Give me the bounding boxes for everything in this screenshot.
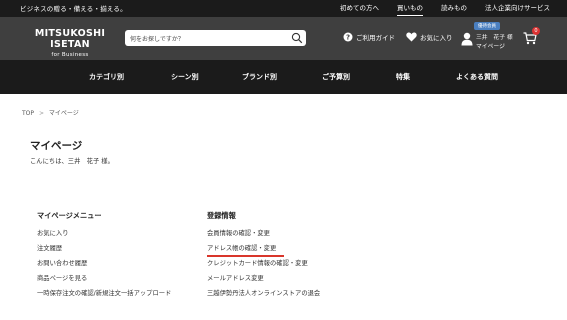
logo-sub-text: for Business	[51, 52, 89, 58]
top-link-reading[interactable]: 読みもの	[432, 0, 476, 17]
nav-item-brand[interactable]: ブランド別	[242, 72, 277, 82]
heart-icon	[406, 32, 417, 42]
top-link-corporate-services[interactable]: 法人企業向けサービス	[476, 0, 559, 17]
member-mypage[interactable]: 優待会員 三井 花子 様 マイページ	[460, 22, 515, 54]
breadcrumb-current: マイページ	[48, 110, 79, 117]
top-link-first-time[interactable]: 初めての方へ	[331, 0, 388, 17]
nav-item-budget[interactable]: ご予算別	[322, 72, 350, 82]
header: MITSUKOSHI ISETAN for Business 何をお探しですか？…	[0, 17, 567, 60]
favorites-link[interactable]: お気に入り	[406, 32, 453, 42]
menu-link-order-history[interactable]: 注文履歴	[37, 245, 171, 260]
menu-link-favorites[interactable]: お気に入り	[37, 230, 171, 245]
reg-link-member-info[interactable]: 会員情報の確認・変更	[207, 230, 320, 245]
breadcrumb-separator: >	[38, 110, 44, 117]
mypage-menu-heading: マイページメニュー	[37, 211, 102, 220]
nav-item-feature[interactable]: 特集	[396, 72, 410, 82]
top-link-shopping[interactable]: 買いもの	[388, 0, 432, 17]
tagline: ビジネスの贈る・備える・揃える。	[20, 5, 127, 13]
guide-label: ご利用ガイド	[356, 34, 395, 42]
guide-link[interactable]: ? ご利用ガイド	[343, 32, 395, 42]
reg-link-credit-card[interactable]: クレジットカード情報の確認・変更	[207, 260, 320, 275]
menu-link-view-products[interactable]: 商品ページを見る	[37, 275, 171, 290]
top-links: 初めての方へ 買いもの 読みもの 法人企業向けサービス	[331, 0, 559, 17]
mypage-label: マイページ	[476, 44, 505, 50]
nav-item-category[interactable]: カテゴリ別	[89, 72, 124, 82]
reg-link-address-book[interactable]: アドレス帳の確認・変更	[207, 245, 320, 260]
search-input[interactable]: 何をお探しですか？	[125, 30, 306, 46]
favorites-label: お気に入り	[420, 34, 453, 42]
search-icon[interactable]	[291, 32, 303, 44]
reg-link-email-change[interactable]: メールアドレス変更	[207, 275, 320, 290]
mypage-menu: マイページメニュー お気に入り 注文履歴 お問い合わせ履歴 商品ページを見る 一…	[37, 211, 171, 305]
breadcrumb: TOP > マイページ	[22, 108, 79, 117]
menu-link-saved-orders-upload[interactable]: 一時保存注文の確認/新規注文一括アップロード	[37, 290, 171, 305]
cart-count-badge: 0	[532, 27, 540, 35]
svg-text:?: ?	[346, 34, 350, 42]
top-bar: ビジネスの贈る・備える・揃える。 初めての方へ 買いもの 読みもの 法人企業向け…	[0, 0, 567, 17]
reg-link-withdraw[interactable]: 三越伊勢丹法人オンラインストアの退会	[207, 290, 320, 305]
menu-link-inquiry-history[interactable]: お問い合わせ履歴	[37, 260, 171, 275]
registration-menu: 登録情報 会員情報の確認・変更 アドレス帳の確認・変更 クレジットカード情報の確…	[207, 211, 320, 305]
search-placeholder: 何をお探しですか？	[130, 36, 184, 43]
greeting-text: こんにちは、三井 花子 様。	[30, 158, 114, 165]
help-icon: ?	[343, 32, 353, 42]
nav-item-faq[interactable]: よくある質問	[456, 72, 498, 82]
registration-heading: 登録情報	[207, 211, 236, 220]
nav-item-scene[interactable]: シーン別	[171, 72, 199, 82]
user-icon	[461, 32, 473, 46]
breadcrumb-top[interactable]: TOP	[22, 110, 34, 117]
member-badge: 優待会員	[474, 22, 500, 30]
page-title: マイページ	[30, 140, 83, 152]
site-logo[interactable]: MITSUKOSHI ISETAN for Business	[20, 28, 120, 58]
cart-button[interactable]: 0	[523, 27, 540, 45]
logo-main-text: MITSUKOSHI ISETAN	[34, 28, 106, 50]
global-nav: カテゴリ別 シーン別 ブランド別 ご予算別 特集 よくある質問	[0, 60, 567, 94]
member-name: 三井 花子 様	[476, 35, 513, 41]
